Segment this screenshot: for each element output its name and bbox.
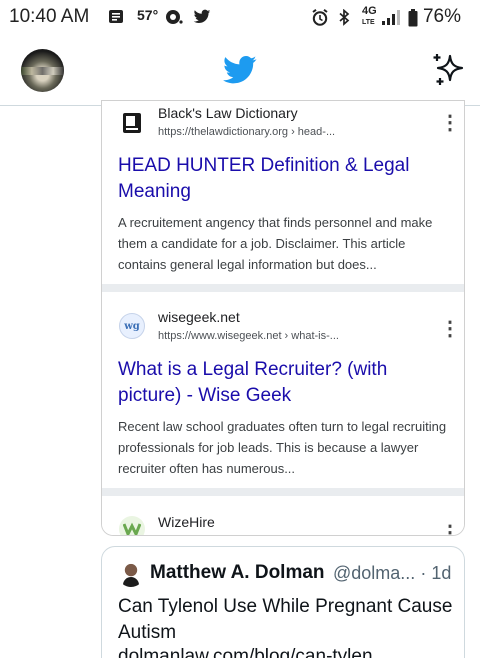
tweet-handle: @dolma... — [333, 563, 416, 583]
podcast-icon — [165, 9, 183, 25]
result-url: https://www.wisegeek.net › what-is-... — [158, 330, 339, 342]
sparkle-icon[interactable] — [430, 52, 466, 88]
result-title-link[interactable]: What is a Legal Recruiter? (with picture… — [118, 357, 453, 409]
more-options-icon[interactable]: ⋮ — [440, 523, 460, 535]
tweet-time: · 1d — [420, 563, 452, 583]
status-time: 10:40 AM — [9, 6, 90, 27]
result-divider — [102, 284, 464, 292]
tweet-text: Can Tylenol Use While Pregnant Cause Aut… — [118, 596, 453, 643]
tweet-link[interactable]: dolmanlaw.com/blog/can-tylen... — [118, 646, 388, 658]
network-type: 4G LTE — [362, 5, 377, 27]
network-sub-label: LTE — [362, 19, 375, 26]
tweet-author-handle: @dolma... · 1d — [333, 563, 451, 584]
bluetooth-icon — [338, 8, 350, 26]
twitter-bird-icon — [223, 55, 257, 85]
quoted-tweet[interactable]: Matthew A. Dolman @dolma... · 1d Can Tyl… — [101, 546, 465, 658]
result-site-name: Black's Law Dictionary — [158, 105, 298, 121]
message-icon — [108, 9, 124, 25]
network-label: 4G — [362, 5, 377, 17]
book-icon — [119, 110, 145, 136]
wizehire-favicon-icon — [119, 516, 145, 535]
search-result[interactable]: Black's Law Dictionary https://thelawdic… — [102, 101, 464, 284]
wisegeek-favicon-icon: wg — [119, 313, 145, 339]
tweet-author-name[interactable]: Matthew A. Dolman — [150, 562, 325, 584]
result-site-name: wisegeek.net — [158, 309, 240, 325]
search-result[interactable]: WizeHire ⋮ — [102, 496, 464, 535]
result-snippet: A recruitement angency that finds person… — [118, 215, 433, 272]
result-title-link[interactable]: HEAD HUNTER Definition & Legal Meaning — [118, 153, 453, 205]
alarm-icon — [311, 8, 329, 26]
search-result[interactable]: wg wisegeek.net https://www.wisegeek.net… — [102, 292, 464, 488]
status-bar: 10:40 AM 57° 4G LTE 76% — [0, 0, 480, 34]
battery-percent: 76% — [422, 6, 461, 27]
battery-icon — [408, 9, 418, 27]
result-site-name: WizeHire — [158, 514, 215, 530]
twitter-notification-icon — [193, 9, 211, 25]
result-snippet: Recent law school graduates often turn t… — [118, 419, 447, 476]
more-options-icon[interactable]: ⋮ — [440, 113, 460, 139]
weather-temp: 57° — [137, 7, 159, 23]
profile-avatar[interactable] — [21, 49, 64, 92]
app-header — [0, 34, 480, 106]
signal-icon — [381, 9, 401, 25]
more-options-icon[interactable]: ⋮ — [440, 319, 460, 345]
result-url: https://thelawdictionary.org › head-... — [158, 126, 336, 138]
search-results-card[interactable]: Black's Law Dictionary https://thelawdic… — [101, 100, 465, 536]
tweet-author-avatar[interactable] — [118, 561, 144, 587]
result-divider — [102, 488, 464, 496]
